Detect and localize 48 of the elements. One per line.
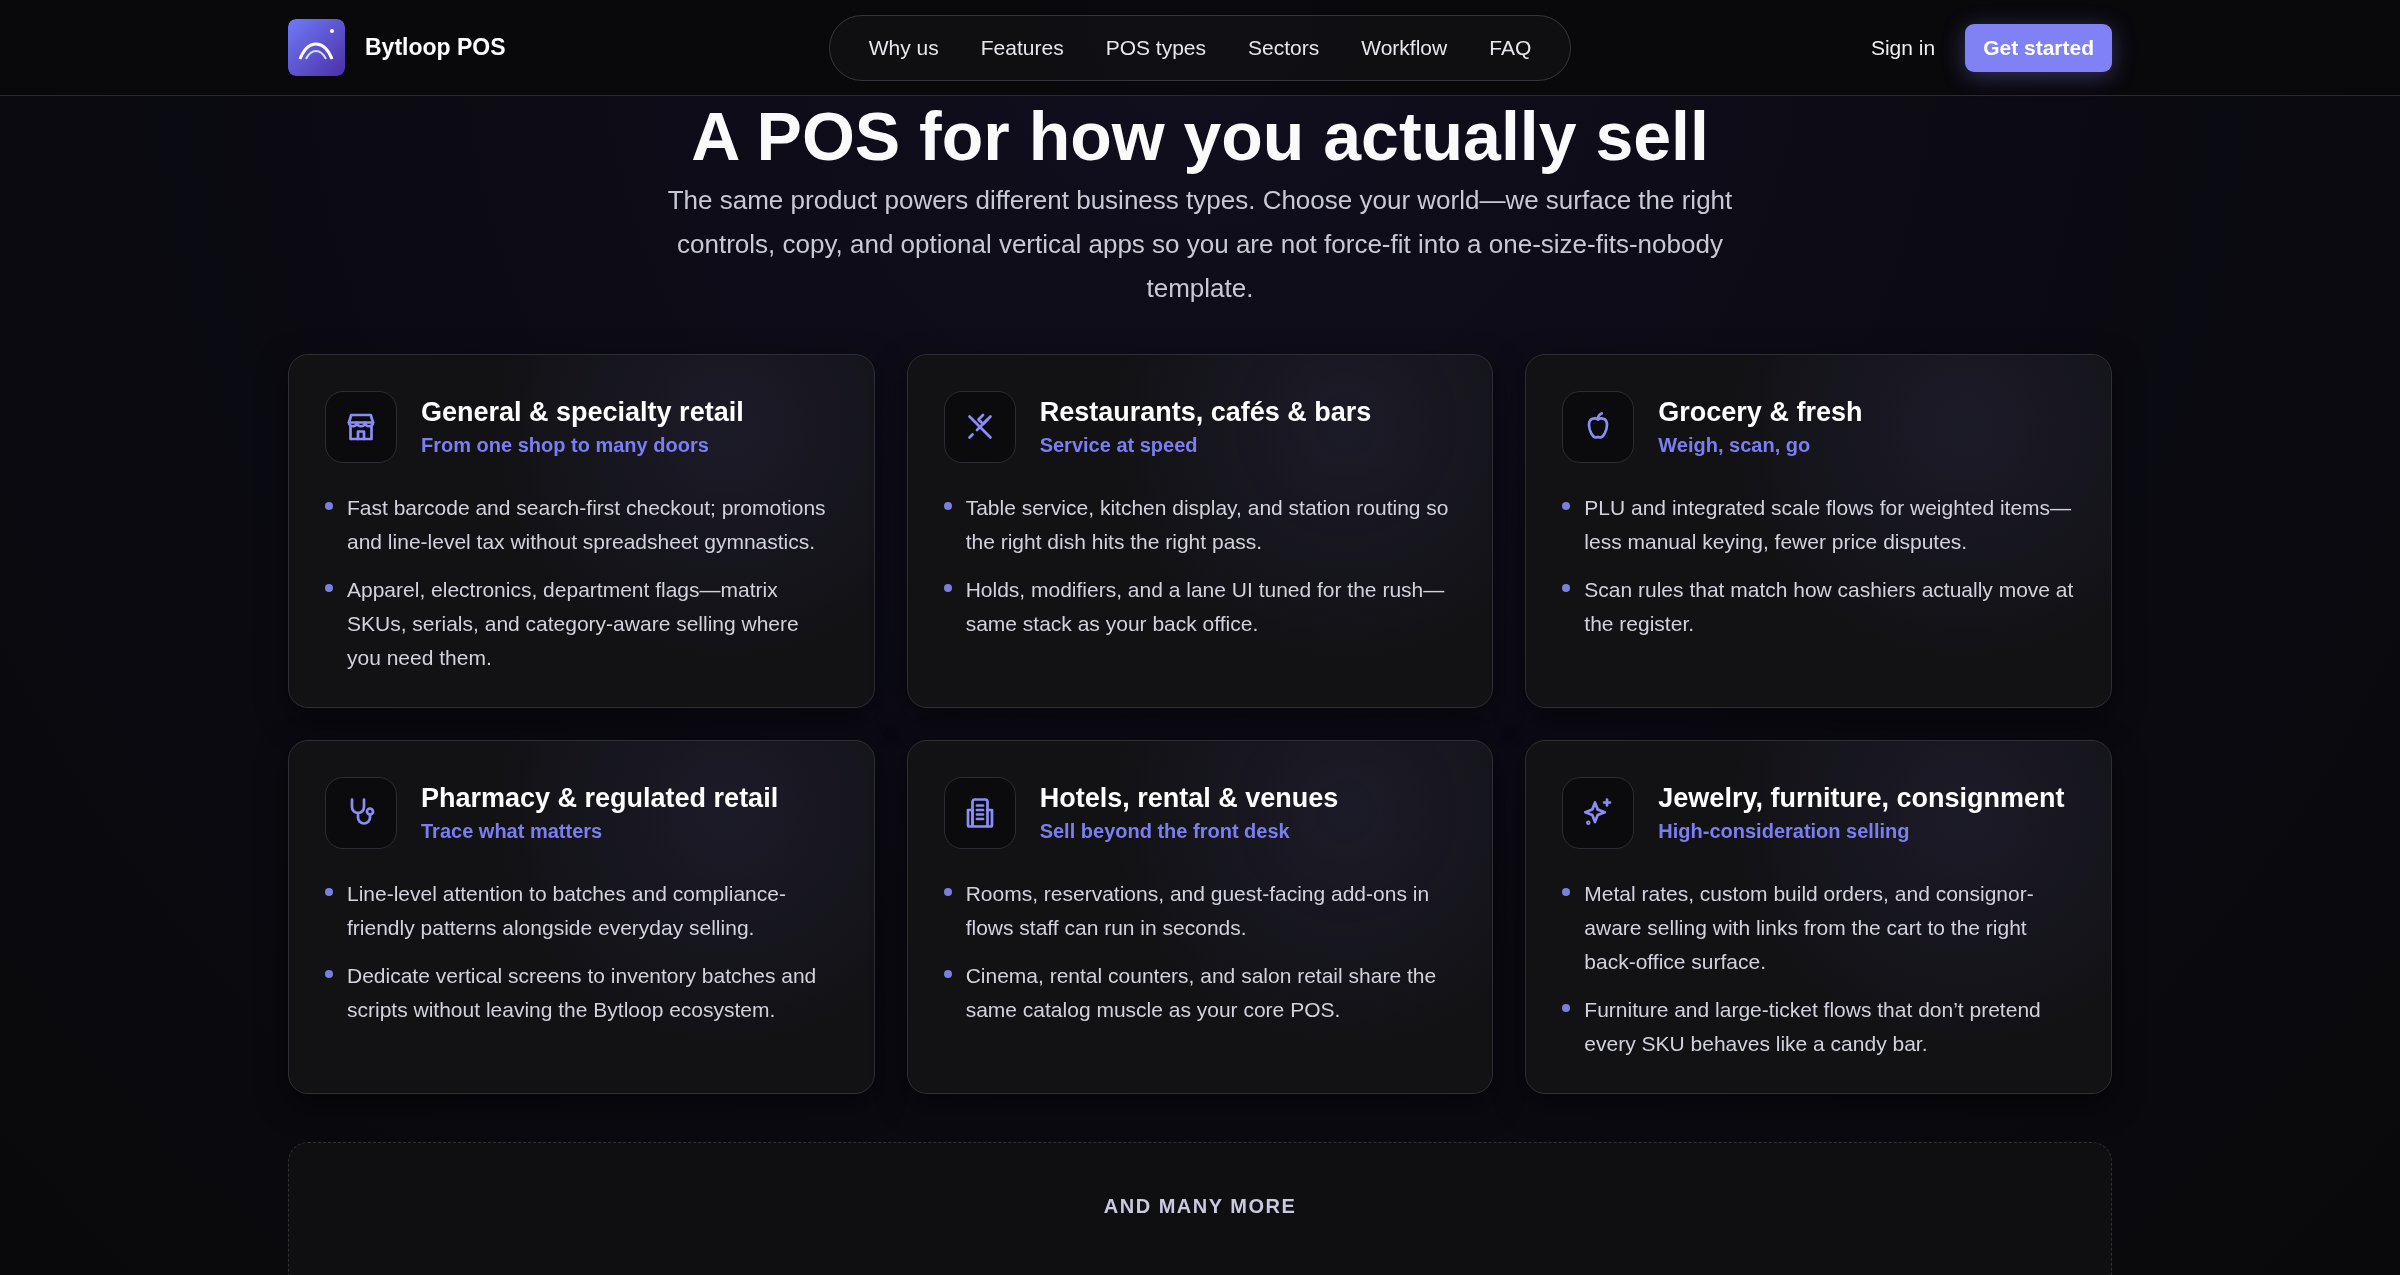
- sign-in-link[interactable]: Sign in: [1870, 35, 1936, 60]
- card-title: Jewelry, furniture, consignment: [1658, 783, 2065, 814]
- bullet-text: Apparel, electronics, department flags—matrix SKUs, serials, and category-aware selling where you need them.: [347, 577, 800, 671]
- bullet-text: Scan rules that match how cashiers actually move at the register.: [1584, 577, 2075, 637]
- bullet-text: Metal rates, custom build orders, and consignor-aware selling with links from the cart to the right back-office surface.: [1584, 881, 2035, 975]
- card-tagline: Sell beyond the front desk: [1039, 820, 1291, 843]
- bullet-dot: [325, 888, 333, 896]
- bullet-text: Furniture and large-ticket flows that don’t pretend every SKU behaves like a candy bar.: [1584, 997, 2042, 1057]
- card-tagline: From one shop to many doors: [421, 434, 710, 457]
- bullet-dot: [325, 970, 333, 978]
- bullet-text: Rooms, reservations, and guest-facing add-ons in flows staff can run in seconds.: [965, 881, 1431, 941]
- nav-link[interactable]: Features: [959, 35, 1085, 60]
- nav-link[interactable]: Sectors: [1227, 35, 1341, 60]
- section-heading: AND MANY MORE: [1103, 1195, 1297, 1219]
- card-title: Restaurants, cafés & bars: [1039, 397, 1372, 428]
- page-heading: A POS for how you actually sell: [691, 100, 1709, 172]
- card-title: Pharmacy & regulated retail: [421, 783, 779, 814]
- bullet-dot: [943, 888, 952, 896]
- card-tagline: Trace what matters: [421, 820, 604, 843]
- bullet-text: Dedicate vertical screens to inventory batches and scripts without leaving the Bytloop ecosystem.: [347, 963, 818, 1023]
- bullet-text: PLU and integrated scale flows for weighted items—less manual keying, fewer price disputes.: [1584, 495, 2073, 555]
- bullet-text: Holds, modifiers, and a lane UI tuned for the rush—same stack as your back office.: [965, 577, 1446, 637]
- card-tagline: Weigh, scan, go: [1658, 434, 1812, 457]
- nav-link[interactable]: FAQ: [1468, 35, 1553, 60]
- card-title: General & specialty retail: [421, 397, 744, 428]
- bullet-dot: [1562, 502, 1571, 510]
- logo-icon[interactable]: [288, 19, 345, 76]
- bullet-dot: [943, 502, 952, 510]
- bullet-dot: [325, 584, 333, 592]
- bullet-dot: [1562, 888, 1571, 896]
- bullet-dot: [325, 502, 333, 510]
- brand-name: Bytloop POS: [365, 34, 506, 61]
- nav-link[interactable]: Workflow: [1340, 35, 1469, 60]
- card-title: Grocery & fresh: [1658, 397, 1863, 428]
- intro-paragraph: The same product powers different business types. Choose your world—we surface the right controls, copy, and optional vertical apps so you are not force-fit into a one-size-fits-nobody template.: [666, 184, 1734, 305]
- bullet-text: Fast barcode and search-first checkout; promotions and line-level tax without spreadsheet gymnastics.: [347, 495, 827, 555]
- bullet-dot: [943, 970, 952, 978]
- nav-link[interactable]: Why us: [847, 35, 960, 60]
- bullet-dot: [943, 584, 952, 592]
- bullet-dot: [1562, 1004, 1571, 1012]
- card-tagline: Service at speed: [1039, 434, 1199, 457]
- bullet-dot: [1562, 584, 1571, 592]
- nav-link[interactable]: POS types: [1084, 35, 1228, 60]
- bullet-text: Table service, kitchen display, and station routing so the right dish hits the right pass.: [965, 495, 1450, 555]
- card-title: Hotels, rental & venues: [1039, 783, 1339, 814]
- card-tagline: High-consideration selling: [1658, 820, 1911, 843]
- bullet-text: Line-level attention to batches and compliance-friendly patterns alongside everyday selling.: [347, 881, 787, 941]
- bullet-text: Cinema, rental counters, and salon retail share the same catalog muscle as your core POS.: [965, 963, 1438, 1023]
